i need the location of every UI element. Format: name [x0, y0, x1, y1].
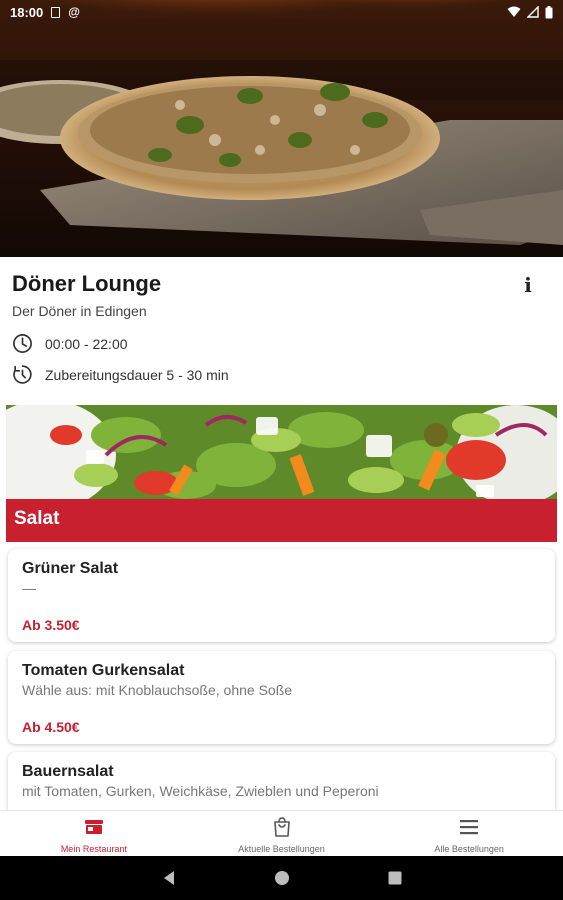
- item-description: Wähle aus: mit Knoblauchsoße, ohne Soße: [22, 682, 293, 698]
- sim-icon: [51, 6, 61, 18]
- restaurant-info: Döner Lounge Der Döner in Edingen i 00:0…: [0, 257, 563, 399]
- restaurant-subtitle: Der Döner in Edingen: [12, 303, 147, 319]
- back-icon[interactable]: [162, 870, 176, 886]
- item-name: Tomaten Gurkensalat: [22, 662, 185, 679]
- nav-current-orders[interactable]: Aktuelle Bestellungen: [188, 811, 376, 856]
- info-icon[interactable]: i: [516, 273, 540, 297]
- item-description: —: [22, 580, 36, 596]
- wifi-icon: [507, 6, 521, 17]
- nav-label: Alle Bestellungen: [434, 844, 504, 854]
- item-name: Grüner Salat: [22, 560, 119, 577]
- timer-icon: [13, 365, 32, 384]
- item-description: mit Tomaten, Gurken, Weichkäse, Zwieblen…: [22, 783, 379, 799]
- bottom-navigation: Mein Restaurant Aktuelle Bestellungen Al…: [0, 810, 563, 856]
- nav-all-orders[interactable]: Alle Bestellungen: [375, 811, 563, 856]
- preparation-time-text: Zubereitungsdauer 5 - 30 min: [45, 366, 229, 383]
- home-icon[interactable]: [274, 870, 290, 886]
- shopping-bag-icon: [271, 816, 293, 838]
- item-price: Ab 3.50€: [22, 617, 80, 633]
- category-salat[interactable]: Salat: [6, 405, 557, 542]
- menu-item-card[interactable]: Grüner Salat — Ab 3.50€: [8, 549, 555, 642]
- opening-hours: 00:00 - 22:00: [12, 333, 128, 354]
- clock-icon: [13, 334, 32, 353]
- category-title: Salat: [14, 508, 60, 529]
- nav-label: Mein Restaurant: [60, 844, 127, 854]
- signal-icon: [527, 6, 539, 18]
- pizza-photo: [0, 0, 563, 257]
- menu-icon: [458, 816, 480, 838]
- restaurant-name: Döner Lounge: [12, 271, 162, 296]
- status-time: 18:00: [10, 4, 44, 20]
- store-icon: [83, 816, 105, 838]
- hero-image: [0, 0, 563, 257]
- battery-icon: [545, 5, 553, 18]
- item-name: Bauernsalat: [22, 763, 114, 780]
- nav-label: Aktuelle Bestellungen: [238, 844, 325, 854]
- system-navigation-bar: [0, 856, 563, 900]
- item-price: Ab 4.50€: [22, 719, 80, 735]
- salad-photo: [6, 405, 557, 510]
- category-bar: Salat: [6, 499, 557, 542]
- status-bar: 18:00 @: [0, 0, 563, 24]
- opening-hours-text: 00:00 - 22:00: [45, 335, 128, 352]
- recents-icon[interactable]: [388, 871, 402, 885]
- preparation-time: Zubereitungsdauer 5 - 30 min: [12, 364, 229, 385]
- at-icon: @: [68, 5, 80, 19]
- nav-my-restaurant[interactable]: Mein Restaurant: [0, 811, 188, 856]
- menu-item-card[interactable]: Tomaten Gurkensalat Wähle aus: mit Knobl…: [8, 651, 555, 744]
